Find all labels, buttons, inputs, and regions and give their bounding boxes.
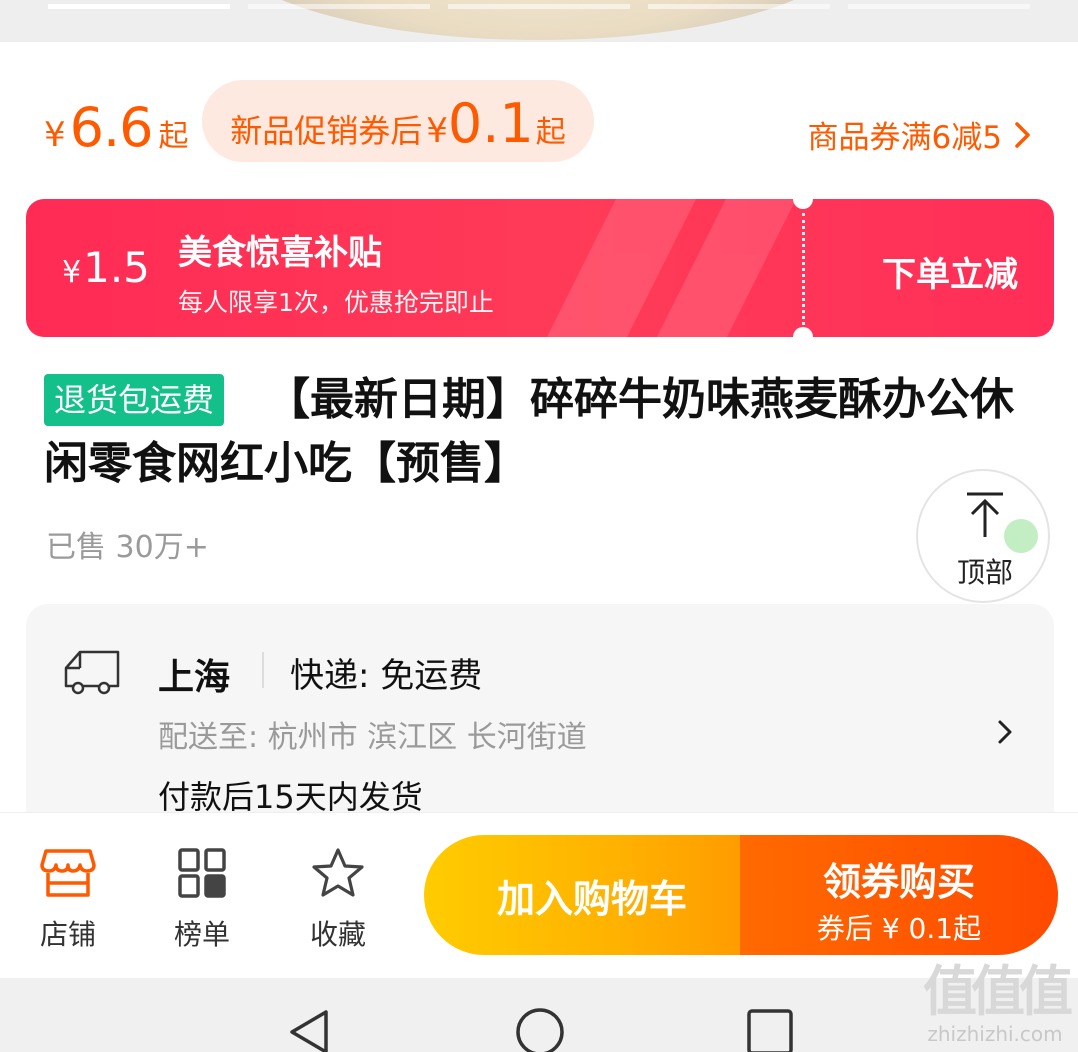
subsidy-currency: ¥	[62, 255, 82, 290]
buy-subtitle: 券后 ¥ 0.1起	[816, 912, 982, 945]
back-to-top-label: 顶部	[956, 556, 1013, 589]
nav-ranking[interactable]: 榜单	[152, 847, 252, 953]
coupon-link[interactable]: 商品券满6减5	[808, 112, 1034, 157]
back-triangle-icon[interactable]	[284, 1006, 336, 1052]
price-row: ¥ 6.6 起 新品促销券后 ¥ 0.1 起 商品券满6减5	[0, 78, 1078, 168]
promo-suffix: 起	[535, 115, 566, 150]
store-icon	[40, 849, 96, 897]
subsidy-description: 每人限享1次，优惠抢完即止	[178, 288, 494, 317]
carousel-indicator	[848, 4, 1030, 9]
nav-favorite[interactable]: 收藏	[288, 847, 388, 953]
promo-currency: ¥	[426, 111, 448, 151]
nav-ranking-label: 榜单	[173, 918, 230, 951]
carousel-indicator	[648, 4, 830, 9]
carousel-indicators	[48, 4, 1030, 9]
system-navigation-bar	[0, 978, 1078, 1052]
subsidy-amount: ¥ 1.5	[62, 243, 150, 292]
promo-value: 0.1	[447, 92, 534, 155]
subsidy-action-label: 下单立减	[882, 255, 1018, 295]
bottom-action-bar: 店铺 榜单 收藏 加入购物车 领券购买 券后 ¥ 0.1起	[0, 812, 1078, 978]
buy-with-coupon-button[interactable]: 领券购买 券后 ¥ 0.1起	[740, 835, 1058, 955]
sold-count: 已售 30万+	[46, 530, 209, 565]
price-currency: ¥	[44, 115, 66, 155]
promo-text: 新品促销券后	[230, 112, 423, 150]
coupon-divider	[802, 213, 805, 325]
product-title-block: 退货包运费 【最新日期】碎碎牛奶味燕麦酥办公休闲零食网红小吃【预售】	[44, 368, 1044, 496]
ship-origin: 上海	[158, 657, 231, 698]
delivery-destination: 配送至: 杭州市 滨江区 长河街道	[158, 720, 587, 755]
coupon-notch-top	[793, 199, 813, 209]
product-image-carousel[interactable]	[0, 0, 1078, 42]
coupon-notch-bottom	[793, 327, 813, 337]
star-icon	[312, 848, 364, 897]
food-subsidy-banner[interactable]: ¥ 1.5 美食惊喜补贴 每人限享1次，优惠抢完即止 下单立减	[26, 199, 1054, 337]
subsidy-value: 1.5	[83, 243, 150, 292]
nav-favorite-label: 收藏	[309, 918, 366, 951]
nav-store[interactable]: 店铺	[18, 847, 118, 953]
nav-store-label: 店铺	[39, 918, 96, 951]
add-to-cart-button[interactable]: 加入购物车	[424, 835, 754, 955]
carousel-indicator	[448, 4, 630, 9]
separator	[262, 652, 264, 688]
price-value: 6.6	[69, 96, 154, 159]
chevron-right-icon	[998, 720, 1012, 744]
back-to-top-button[interactable]: 顶部	[916, 469, 1050, 603]
subsidy-title: 美食惊喜补贴	[178, 233, 382, 273]
current-price: ¥ 6.6 起	[44, 96, 189, 159]
carousel-indicator	[248, 4, 430, 9]
add-to-cart-label: 加入购物车	[496, 876, 687, 921]
ranking-grid-icon	[178, 848, 226, 898]
promo-price-pill: 新品促销券后 ¥ 0.1 起	[202, 80, 594, 162]
wechat-icon	[1004, 519, 1038, 553]
shipping-method: 快递: 免运费	[290, 656, 483, 696]
return-shipping-badge: 退货包运费	[44, 374, 225, 426]
price-suffix: 起	[158, 119, 189, 154]
delivery-truck-icon	[64, 650, 120, 695]
subsidy-background-pattern	[547, 199, 796, 337]
recent-apps-square-icon[interactable]	[744, 1006, 796, 1052]
coupon-link-label: 商品券满6减5	[807, 120, 1002, 156]
chevron-right-icon	[1015, 121, 1030, 148]
carousel-indicator-active	[48, 4, 230, 9]
home-circle-icon[interactable]	[514, 1006, 566, 1052]
arrow-up-icon	[967, 492, 1003, 537]
buy-title: 领券购买	[822, 860, 975, 904]
